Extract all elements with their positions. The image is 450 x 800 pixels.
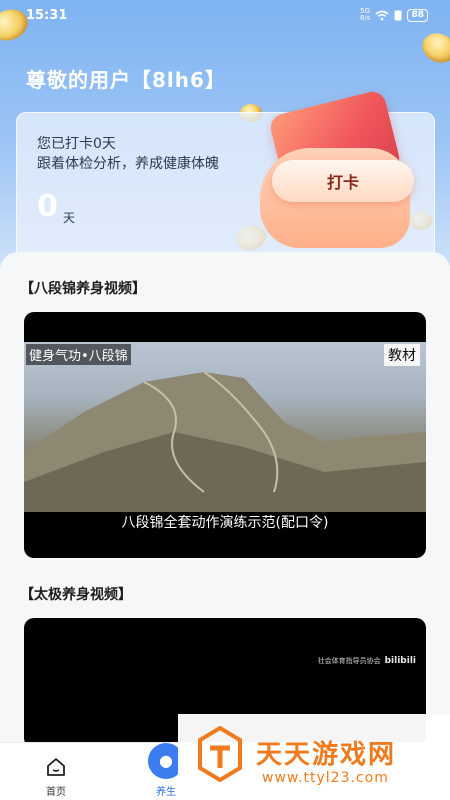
checkin-slogan: 跟着体检分析，养成健康体魄 <box>37 156 219 172</box>
section-title-baduanjin: 【八段锦养身视频】 <box>20 281 146 297</box>
site-logo-icon <box>198 726 242 782</box>
checkin-days-unit: 天 <box>63 211 76 225</box>
home-icon <box>47 758 65 776</box>
video-overlay-tag: 教材 <box>384 344 420 366</box>
status-time: 15:31 <box>26 7 68 23</box>
status-icons: 5G 8/s 88 <box>360 8 428 22</box>
site-watermark-name: 天天游戏网 <box>256 740 397 770</box>
video-subtitle: 八段锦全套动作演练示范(配口令) <box>24 512 426 534</box>
site-watermark-url: www.ttyl23.com <box>262 770 389 786</box>
video-player-baduanjin[interactable]: 健身气功•八段锦 教材 八段锦全套动作演练示范(配口令) <box>24 312 426 558</box>
coin-decoration <box>417 28 450 68</box>
battery-indicator: 88 <box>407 8 428 22</box>
checkin-button[interactable]: 打卡 <box>272 160 414 202</box>
user-greeting: 尊敬的用户【8lh6】 <box>26 68 226 92</box>
checkin-days-text: 您已打卡0天 <box>37 136 116 152</box>
section-title-taiji: 【太极养身视频】 <box>20 587 132 603</box>
checkin-days-value: 0 <box>37 189 58 224</box>
nav-label-home: 首页 <box>46 787 66 798</box>
video-overlay-title: 健身气功•八段锦 <box>26 344 131 365</box>
nav-item-home[interactable]: 首页 <box>26 743 86 800</box>
status-bar: 15:31 5G 8/s 88 <box>0 0 450 30</box>
video-watermark: 社会体育指导员协会 bilibili <box>317 656 416 666</box>
network-speed: 5G 8/s <box>360 7 371 22</box>
site-watermark: 天天游戏网 www.ttyl23.com <box>178 714 450 800</box>
mountain-scene <box>24 371 426 524</box>
wifi-icon <box>375 10 389 20</box>
sim-icon <box>394 10 402 20</box>
app-screen: 15:31 5G 8/s 88 尊敬的用户【8lh6】 您已打卡0天 跟着体检分… <box>0 0 450 800</box>
bilibili-logo: bilibili <box>384 656 416 666</box>
